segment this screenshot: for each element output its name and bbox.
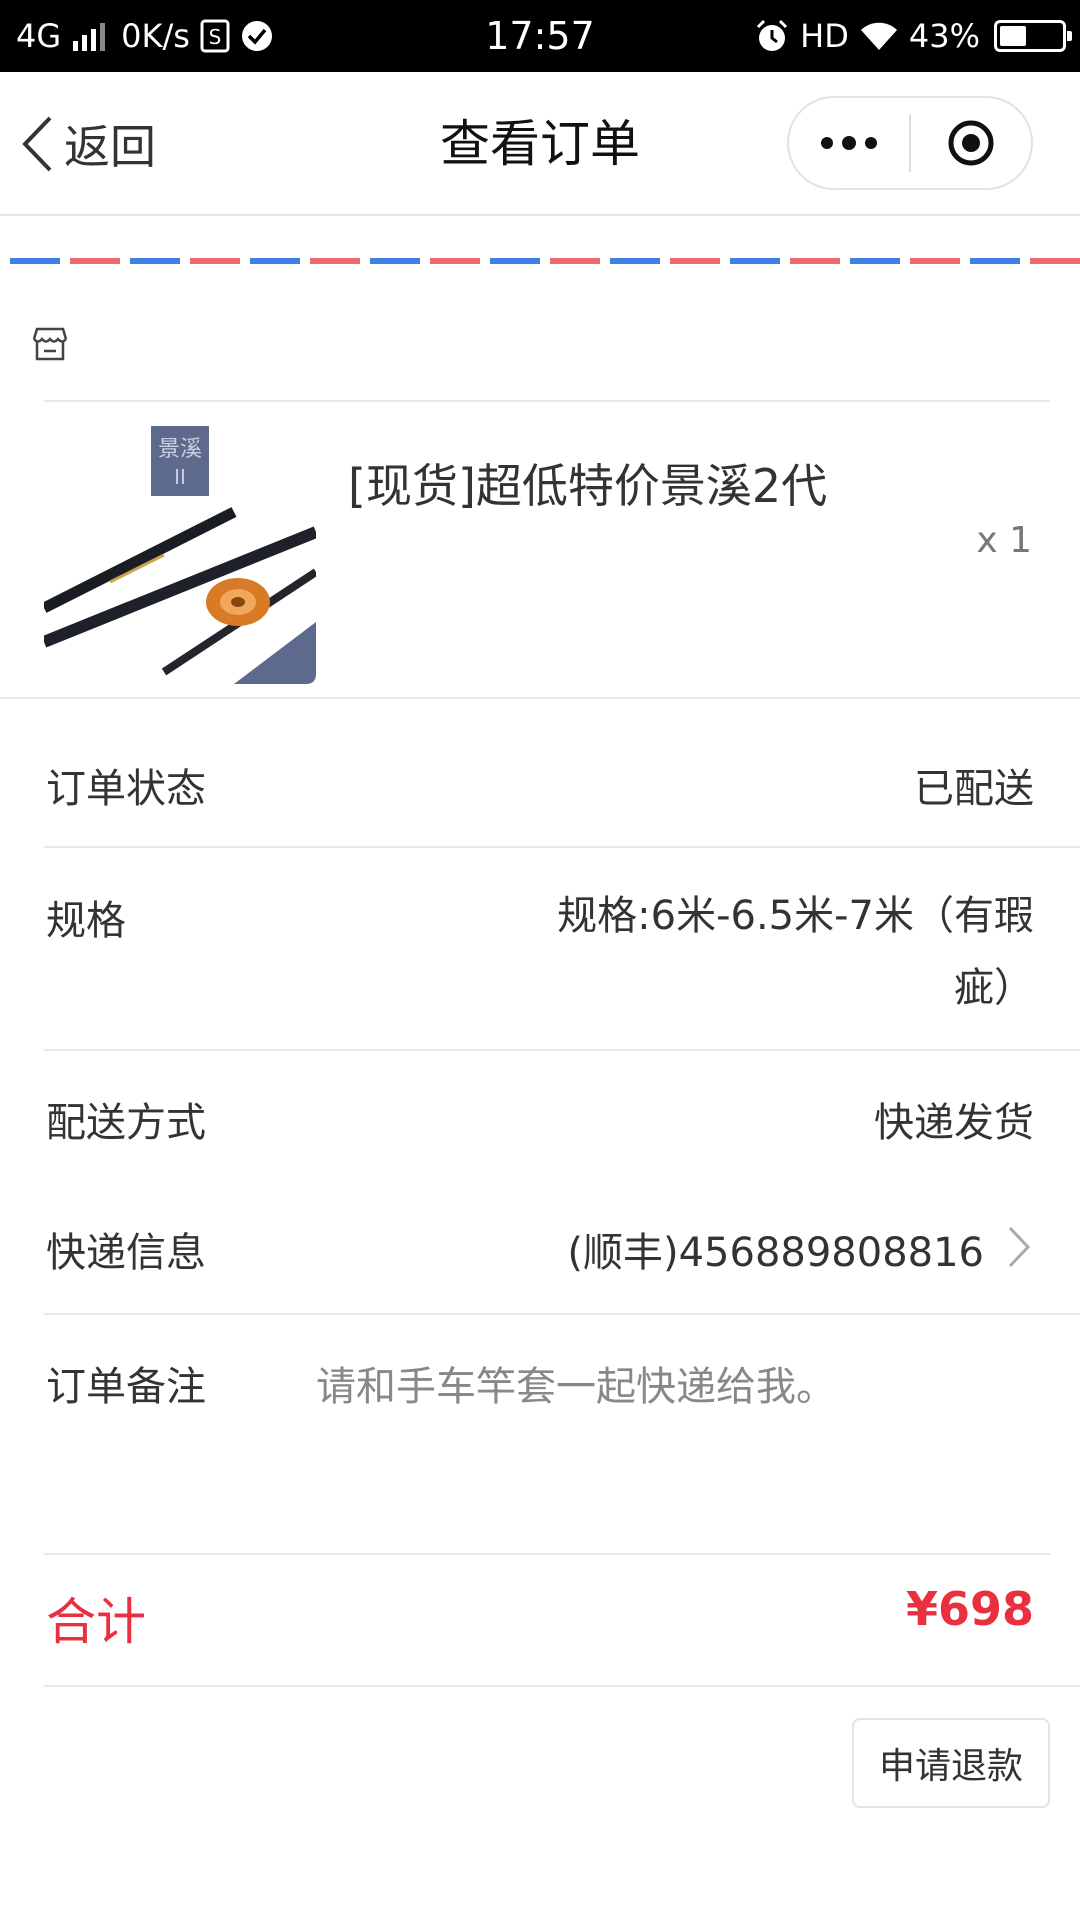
product-name[interactable]: [现货]超低特价景溪2代 bbox=[348, 450, 827, 516]
divider bbox=[0, 697, 1080, 699]
mini-program-capsule bbox=[787, 96, 1033, 190]
divider bbox=[44, 1685, 1080, 1687]
close-mini-program-button[interactable] bbox=[911, 98, 1031, 188]
order-status-value: 已配送 bbox=[914, 766, 1034, 812]
order-remark-label: 订单备注 bbox=[46, 1364, 206, 1410]
wifi-icon bbox=[859, 20, 899, 52]
chevron-left-icon bbox=[22, 116, 52, 172]
express-info-value[interactable]: (顺丰)456889808816 bbox=[567, 1220, 984, 1278]
divider bbox=[44, 1553, 1050, 1555]
delivery-method-label: 配送方式 bbox=[46, 1100, 206, 1146]
order-status-label: 订单状态 bbox=[46, 766, 206, 812]
delivery-method-value: 快递发货 bbox=[874, 1100, 1034, 1146]
hd-indicator: HD bbox=[800, 17, 849, 55]
alarm-icon bbox=[754, 18, 790, 54]
target-icon bbox=[948, 120, 994, 166]
order-remark-value: 请和手车竿套一起快递给我。 bbox=[316, 1364, 836, 1410]
battery-icon bbox=[994, 20, 1072, 52]
chevron-right-icon[interactable] bbox=[1004, 1224, 1034, 1270]
store-icon bbox=[30, 324, 70, 364]
back-label: 返回 bbox=[64, 120, 156, 174]
back-button[interactable]: 返回 bbox=[20, 112, 156, 176]
divider bbox=[44, 400, 1050, 402]
product-image[interactable]: 景溪 II bbox=[44, 422, 316, 684]
divider bbox=[44, 846, 1080, 848]
product-quantity: x 1 bbox=[976, 520, 1032, 561]
status-right: HD 43% bbox=[754, 0, 1072, 72]
product-image-badge-top: 景溪 bbox=[158, 437, 202, 462]
divider bbox=[44, 1049, 1080, 1051]
more-dots-icon bbox=[821, 136, 877, 150]
express-info-label: 快递信息 bbox=[46, 1230, 206, 1276]
battery-percent: 43% bbox=[908, 17, 980, 55]
spec-label: 规格 bbox=[46, 898, 126, 944]
product-image-badge-bottom: II bbox=[174, 465, 186, 489]
total-label: 合计 bbox=[46, 1593, 146, 1651]
total-amount: ¥698 bbox=[905, 1582, 1034, 1636]
nav-bar: 查看订单 返回 bbox=[0, 72, 1080, 216]
more-button[interactable] bbox=[789, 98, 909, 188]
divider bbox=[44, 1313, 1080, 1315]
spec-value: 规格:6米-6.5米-7米（有瑕疵） bbox=[557, 893, 1034, 1011]
battery-fill bbox=[1000, 26, 1026, 46]
refund-request-button[interactable]: 申请退款 bbox=[852, 1718, 1050, 1808]
status-bar: 4G 0K/s S 17:57 HD 43% bbox=[0, 0, 1080, 72]
airmail-stripe-divider bbox=[10, 258, 1080, 264]
